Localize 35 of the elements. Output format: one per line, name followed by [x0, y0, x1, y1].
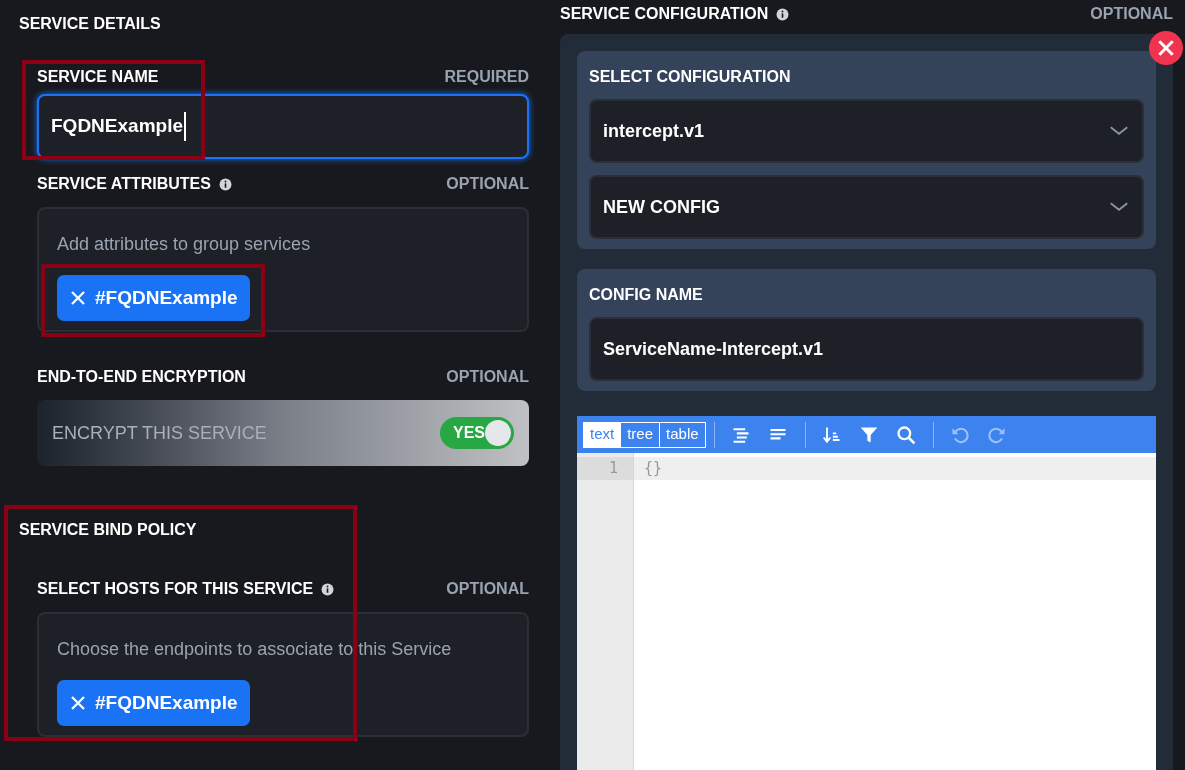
info-icon — [321, 582, 335, 596]
field-tag: REQUIRED — [444, 65, 529, 89]
dropdown-select[interactable]: intercept.v1 — [589, 99, 1144, 163]
text-input[interactable]: ServiceName-Intercept.v1 — [589, 317, 1144, 381]
field-label: SELECT CONFIGURATION — [589, 67, 792, 87]
hosts-input[interactable]: Choose the endpoints to associate to this Service #FQDNExample — [37, 612, 529, 737]
info-icon — [218, 177, 232, 191]
field-tag: OPTIONAL — [1090, 2, 1173, 26]
tag-chip[interactable]: #FQDNExample — [57, 275, 250, 321]
attributes-input[interactable]: Add attributes to group services #FQDNExample — [37, 207, 529, 332]
field-tag: OPTIONAL — [446, 172, 529, 196]
tag-chip[interactable]: #FQDNExample — [57, 680, 250, 726]
mode-tab[interactable]: text — [584, 422, 621, 447]
field-tag: OPTIONAL — [446, 365, 529, 389]
section-title: SERVICE CONFIGURATION — [560, 4, 769, 24]
encryption-text: ENCRYPT THIS SERVICE — [52, 421, 267, 445]
section-title: SERVICE BIND POLICY — [19, 520, 198, 540]
close-icon — [69, 694, 87, 712]
search-icon — [896, 424, 917, 445]
info-icon — [776, 7, 790, 21]
field-label: END-TO-END ENCRYPTION — [37, 367, 246, 387]
field-label: CONFIG NAME — [589, 285, 704, 305]
field-label: SERVICE NAME — [37, 67, 159, 87]
input-placeholder: Add attributes to group services — [57, 233, 312, 256]
section-title: SERVICE DETAILS — [19, 14, 162, 34]
field-label: SERVICE ATTRIBUTES — [37, 174, 211, 194]
dropdown-select[interactable]: NEW CONFIG — [589, 175, 1144, 239]
line-number: 1 — [577, 457, 633, 480]
text-input[interactable]: FQDNExample — [37, 94, 529, 159]
close-icon — [69, 289, 87, 307]
field-label: SELECT HOSTS FOR THIS SERVICE — [37, 579, 314, 599]
field-tag: OPTIONAL — [446, 577, 529, 601]
input-placeholder: Choose the endpoints to associate to this Service — [57, 638, 453, 661]
close-button[interactable] — [1149, 31, 1183, 65]
close-icon — [1156, 38, 1176, 58]
